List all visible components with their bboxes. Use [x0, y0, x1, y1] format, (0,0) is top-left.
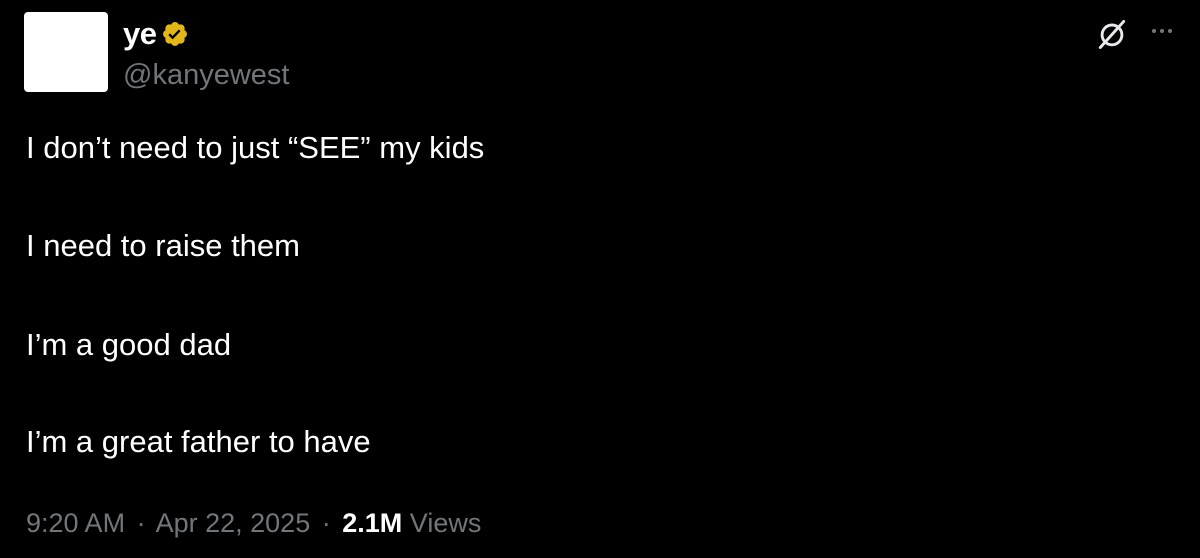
- tweet-date[interactable]: Apr 22, 2025: [156, 508, 311, 538]
- avatar[interactable]: [24, 12, 108, 92]
- verified-badge-icon[interactable]: [161, 20, 189, 48]
- tweet-text-line: I don’t need to just “SEE” my kids: [26, 130, 485, 165]
- views-count[interactable]: 2.1M: [342, 508, 402, 538]
- author-display-name[interactable]: ye: [123, 14, 157, 54]
- author-handle[interactable]: @kanyewest: [123, 56, 289, 94]
- author-name-row: ye: [123, 14, 189, 54]
- grok-button[interactable]: [1092, 14, 1132, 54]
- tweet-card: ye @kanyewest I don’t need to just “SEE”…: [0, 0, 1200, 558]
- tweet-text-line: I need to raise them: [26, 228, 300, 263]
- meta-separator: ·: [321, 508, 331, 538]
- views-label: Views: [409, 508, 482, 538]
- meta-separator: ·: [136, 508, 146, 538]
- grok-icon: [1098, 19, 1126, 49]
- more-options-button[interactable]: [1142, 16, 1182, 46]
- tweet-text-line: I’m a good dad: [26, 327, 232, 362]
- tweet-time[interactable]: 9:20 AM: [26, 508, 125, 538]
- tweet-meta: 9:20 AM · Apr 22, 2025 · 2.1M Views: [26, 503, 481, 543]
- more-options-icon: [1152, 29, 1172, 33]
- tweet-text-line: I’m a great father to have: [26, 424, 371, 459]
